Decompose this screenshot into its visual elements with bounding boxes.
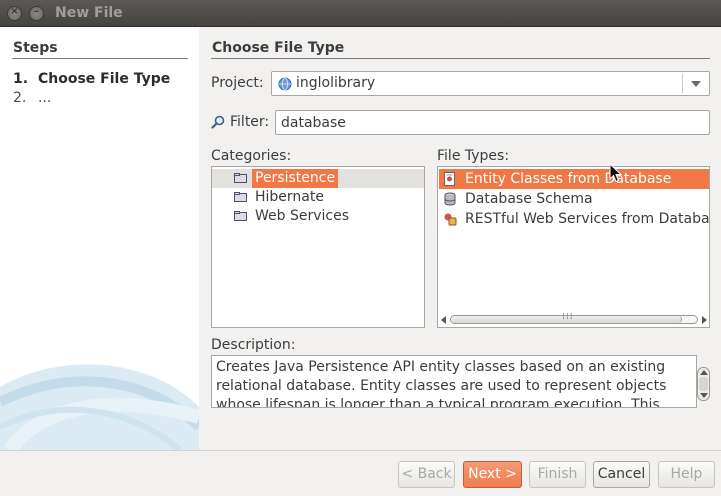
filter-label: Filter:	[230, 114, 270, 130]
file-type-item-label: RESTful Web Services from Database	[465, 211, 710, 227]
database-icon	[444, 192, 456, 206]
scroll-up-icon[interactable]	[700, 370, 708, 375]
restful-icon	[444, 213, 457, 226]
description-vertical-scrollbar[interactable]	[697, 367, 710, 401]
category-item-label: Web Services	[255, 208, 350, 224]
steps-divider	[12, 58, 188, 59]
step-label: Choose File Type	[38, 71, 171, 87]
scroll-thumb[interactable]: ⁞⁞⁞	[452, 312, 682, 323]
entity-icon	[444, 172, 455, 186]
grip-icon: ⁞⁞⁞	[562, 312, 574, 322]
decorative-swoosh-graphic	[0, 364, 199, 450]
back-button[interactable]: < Back	[398, 461, 455, 488]
project-globe-icon	[278, 77, 292, 91]
search-icon	[211, 115, 225, 129]
step-number: 1.	[13, 71, 29, 87]
minimize-icon: –	[34, 6, 39, 17]
file-type-item-restful-web-services[interactable]: RESTful Web Services from Database	[439, 209, 710, 229]
page-title: Choose File Type	[212, 40, 345, 56]
description-box: Creates Java Persistence API entity clas…	[211, 355, 697, 408]
mouse-cursor-icon	[609, 163, 623, 183]
file-type-item-label: Database Schema	[465, 191, 593, 207]
category-item-hibernate[interactable]: Hibernate	[212, 188, 424, 207]
chevron-down-icon[interactable]	[691, 81, 701, 87]
steps-panel: Steps 1. Choose File Type 2....	[0, 27, 199, 450]
scroll-left-icon[interactable]	[441, 316, 446, 324]
filter-input[interactable]	[275, 110, 710, 135]
close-window-button[interactable]: ×	[7, 6, 22, 21]
step-item-choose-file-type: 1. Choose File Type	[13, 71, 170, 87]
file-types-horizontal-scrollbar[interactable]: ⁞⁞⁞	[440, 312, 708, 326]
folder-icon	[234, 173, 247, 183]
file-types-label: File Types:	[437, 148, 510, 164]
categories-list[interactable]: Persistence Hibernate Web Services	[211, 166, 425, 328]
step-label: ...	[38, 90, 52, 106]
step-item-next: 2....	[13, 90, 51, 106]
folder-icon	[234, 211, 247, 221]
close-icon: ×	[10, 6, 19, 17]
finish-button[interactable]: Finish	[529, 461, 586, 488]
heading-divider	[211, 58, 710, 59]
project-combo[interactable]: inglolibrary	[271, 71, 710, 96]
category-item-label: Hibernate	[255, 189, 324, 205]
description-text: Creates Java Persistence API entity clas…	[216, 359, 667, 408]
scroll-track[interactable]: ⁞⁞⁞	[450, 312, 698, 324]
combo-separator	[682, 74, 683, 93]
category-item-persistence[interactable]: Persistence	[212, 169, 424, 188]
categories-label: Categories:	[211, 148, 292, 164]
file-types-list[interactable]: Entity Classes from Database Database Sc…	[437, 166, 710, 328]
file-type-item-entity-classes[interactable]: Entity Classes from Database	[439, 169, 709, 189]
button-bar-divider	[0, 450, 721, 451]
help-button[interactable]: Help	[658, 461, 715, 488]
title-bar: × – New File	[0, 0, 721, 27]
step-number: 2.	[13, 90, 27, 106]
steps-heading: Steps	[13, 40, 58, 56]
folder-icon	[234, 192, 247, 202]
window-title: New File	[55, 5, 123, 21]
file-type-item-database-schema[interactable]: Database Schema	[439, 189, 709, 209]
scroll-down-icon[interactable]	[700, 393, 708, 398]
project-value: inglolibrary	[296, 75, 376, 91]
cancel-button[interactable]: Cancel	[593, 461, 650, 488]
scroll-right-icon[interactable]	[702, 316, 707, 324]
category-item-label: Persistence	[252, 169, 339, 188]
file-type-item-label: Entity Classes from Database	[465, 171, 672, 187]
scroll-thumb[interactable]	[699, 377, 708, 391]
project-label: Project:	[211, 75, 264, 91]
category-item-web-services[interactable]: Web Services	[212, 207, 424, 226]
next-button[interactable]: Next >	[463, 461, 522, 488]
description-label: Description:	[211, 337, 296, 353]
minimize-window-button[interactable]: –	[29, 6, 44, 21]
